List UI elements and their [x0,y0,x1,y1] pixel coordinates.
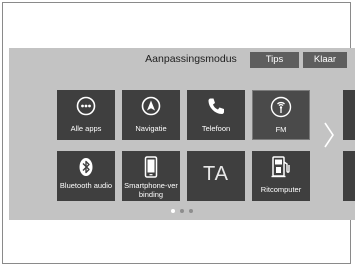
phone-icon [187,95,245,117]
tile-smartphone-connection[interactable]: Smartphone-verbinding [122,151,180,201]
tile-label: Alle apps [70,124,102,133]
page-dot [180,209,184,213]
tile-label: Smartphone-verbinding [124,181,178,199]
tile-all-apps[interactable]: Alle apps [57,90,115,140]
grid-dots-icon [57,95,115,117]
customization-screen: Aanpassingsmodus Tips Klaar Alle apps Na… [9,48,355,220]
tile-phone[interactable]: Telefoon [187,90,245,140]
page-dot [189,209,193,213]
compass-arrow-icon [122,95,180,117]
page-dot-active [171,209,175,213]
tile-label: Navigatie [135,124,167,133]
tile-bluetooth-audio[interactable]: Bluetooth audio [57,151,115,201]
tile-ta[interactable]: TA [187,151,245,201]
next-page-tile-preview [343,90,355,140]
smartphone-icon [122,156,180,178]
tips-button[interactable]: Tips [250,52,299,68]
tile-fm[interactable]: FM [252,90,310,140]
chevron-right-icon[interactable] [323,122,335,153]
tile-navigation[interactable]: Navigatie [122,90,180,140]
page-title: Aanpassingsmodus [145,53,237,65]
page-indicator [171,209,193,213]
tile-trip-computer[interactable]: Ritcomputer [252,151,310,201]
next-page-tile-preview [343,151,355,201]
done-button[interactable]: Klaar [303,52,347,68]
fuel-pump-icon [252,156,310,178]
tile-label: Bluetooth audio [59,181,113,190]
radio-antenna-icon [253,96,309,118]
tile-label: Ritcomputer [260,185,302,194]
tile-label: FM [275,125,287,134]
bluetooth-icon [57,156,115,178]
tile-label: Telefoon [201,124,231,133]
tile-label: TA [202,163,230,185]
